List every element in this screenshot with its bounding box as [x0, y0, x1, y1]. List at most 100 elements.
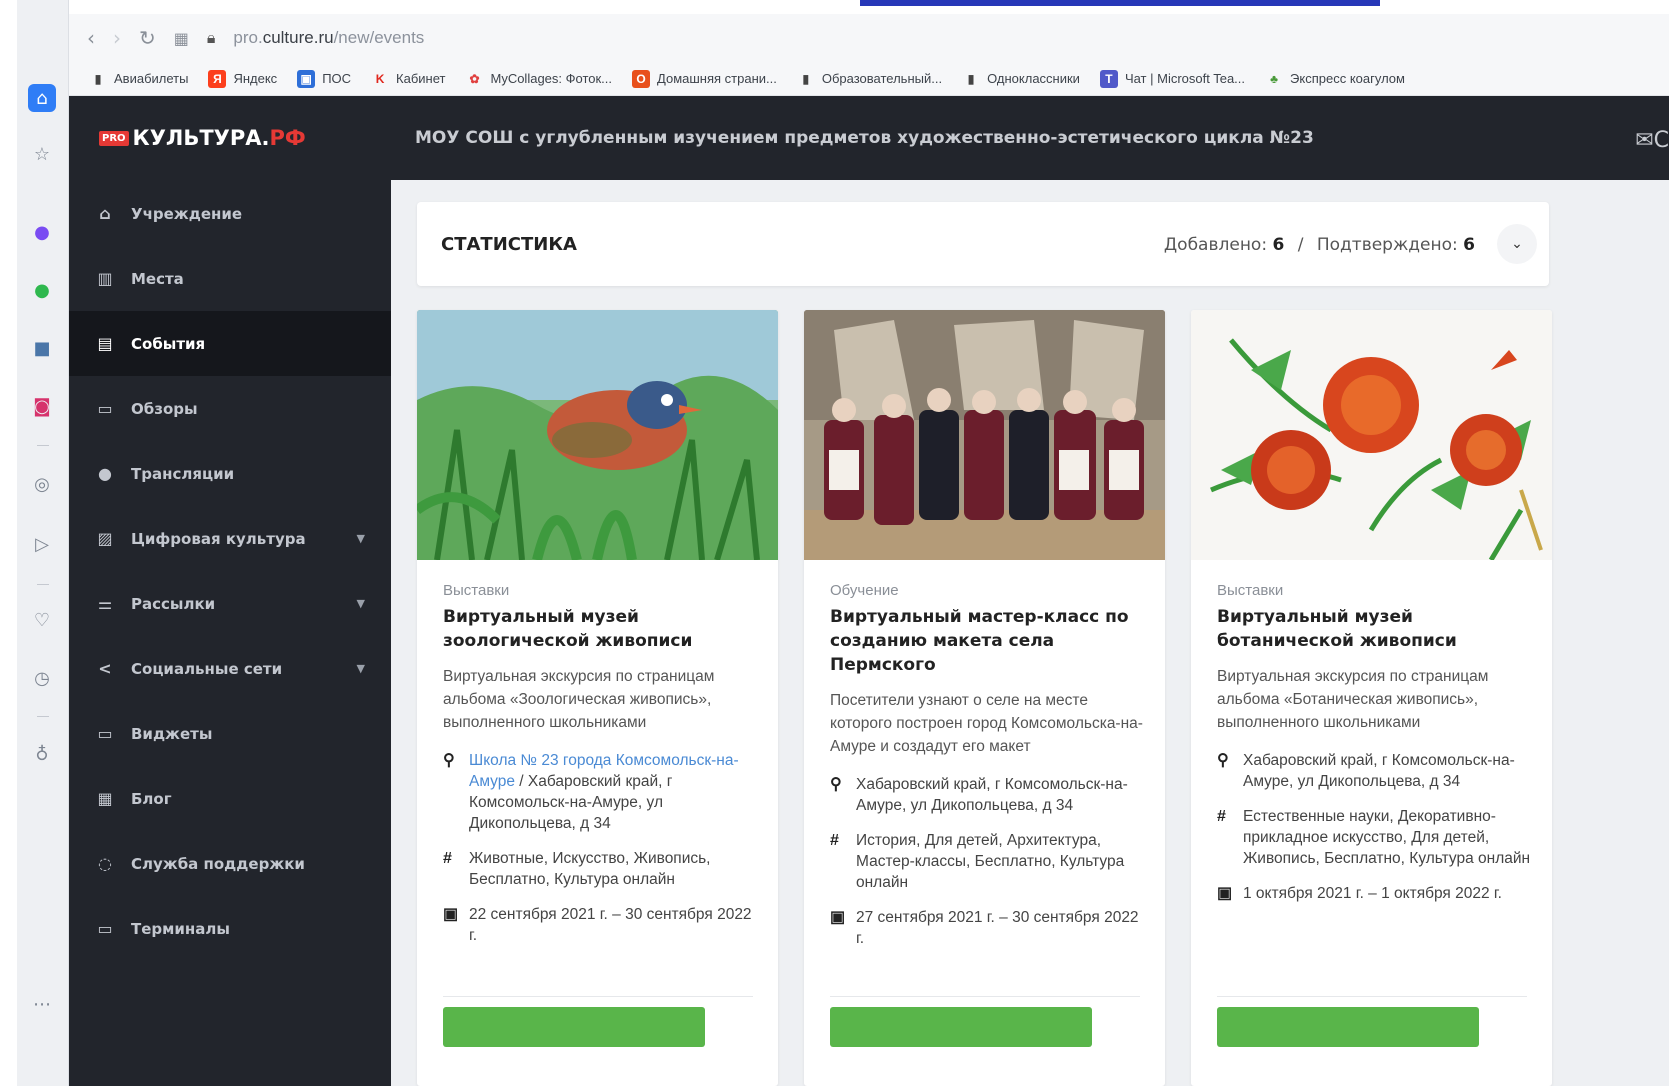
sidebar-item[interactable]: ▨ Цифровая культура ▼ [69, 506, 391, 571]
image-icon: ▨ [97, 529, 113, 548]
event-tags: # Животные, Искусство, Живопись, Бесплат… [443, 848, 759, 890]
sidebar-item-label: Виджеты [131, 724, 213, 743]
bookmark-item[interactable]: ▮ Образовательный... [797, 70, 943, 88]
event-card[interactable]: Выставки Виртуальный музей ботанической … [1191, 310, 1552, 1086]
event-category[interactable]: Выставки [443, 582, 759, 599]
event-action-button[interactable] [1217, 1007, 1479, 1047]
forward-icon[interactable]: › [113, 26, 121, 50]
office-icon: O [632, 69, 651, 88]
share-icon: < [98, 659, 112, 678]
player-icon[interactable]: ◎ [28, 470, 56, 498]
sidebar-item-label: События [131, 334, 206, 353]
calendar-icon: ▣ [443, 906, 459, 923]
bookmark-label: Яндекс [233, 71, 278, 86]
caret-down-icon[interactable]: ▼ [357, 532, 365, 545]
sidebar-item[interactable]: ● Трансляции [69, 441, 391, 506]
event-dates: ▣ 1 октября 2021 г. – 1 октября 2022 г. [1217, 883, 1533, 904]
messenger-icon[interactable]: ● [28, 218, 56, 246]
bookmark-label: Одноклассники [987, 71, 1080, 86]
sidebar-item[interactable]: ▦ Блог [69, 766, 391, 831]
bookmark-item[interactable]: O Домашняя страни... [632, 69, 777, 88]
tabs-grid-icon[interactable]: ▦ [174, 29, 189, 48]
location-text: Школа № 23 города Комсомольск-на-Амуре /… [469, 750, 759, 834]
whatsapp-icon[interactable]: ● [28, 276, 56, 304]
sidebar-item[interactable]: ▭ Обзоры [69, 376, 391, 441]
event-category[interactable]: Обучение [830, 582, 1146, 599]
event-title[interactable]: Виртуальный мастер-класс по созданию мак… [830, 605, 1146, 677]
mail-label: С [1653, 128, 1669, 153]
statistics-title: СТАТИСТИКА [441, 234, 577, 255]
plant-icon: ♣ [1270, 71, 1278, 86]
main-content: СТАТИСТИКА Добавлено: 6 / Подтверждено: … [391, 180, 1669, 1086]
sidebar-item[interactable]: ▤ События [69, 311, 391, 376]
send-icon[interactable]: ▷ [28, 530, 56, 558]
sidebar-item-label: Места [131, 269, 184, 288]
event-action-button[interactable] [830, 1007, 1092, 1047]
teams-icon: T [1099, 69, 1118, 88]
event-category[interactable]: Выставки [1217, 582, 1533, 599]
added-label: Добавлено: [1163, 235, 1268, 255]
home-icon[interactable]: ⌂ [28, 84, 56, 112]
event-card[interactable]: Обучение Виртуальный мастер-класс по соз… [804, 310, 1165, 1086]
event-card[interactable]: Выставки Виртуальный музей зоологической… [417, 310, 778, 1086]
bookmark-item[interactable]: Я Яндекс [208, 69, 278, 88]
tags-text: Естественные науки, Декоративно-прикладн… [1243, 808, 1531, 867]
star-icon[interactable]: ☆ [28, 140, 56, 168]
sidebar-item[interactable]: ▭ Виджеты [69, 701, 391, 766]
instagram-icon[interactable]: ◙ [28, 392, 56, 420]
event-image-students-photo[interactable] [804, 310, 1165, 560]
sidebar-item[interactable]: ◌ Служба поддержки [69, 831, 391, 896]
mail-button[interactable]: ✉С [1635, 128, 1669, 153]
event-title[interactable]: Виртуальный музей зоологической живописи [443, 605, 759, 653]
url-field[interactable]: pro.culture.ru/new/events [233, 28, 424, 48]
sidebar-item[interactable]: < Социальные сети ▼ [69, 636, 391, 701]
logo-rf: РФ [269, 126, 306, 150]
bookmark-item[interactable]: ✿ MyCollages: Фоток... [465, 70, 612, 88]
back-icon[interactable]: ‹ [87, 26, 95, 50]
sidebar-item[interactable]: ⚌ Рассылки ▼ [69, 571, 391, 636]
caret-down-icon[interactable]: ▼ [357, 662, 365, 675]
bookmark-item[interactable]: ♣ Экспресс коагулом [1265, 70, 1405, 88]
event-title[interactable]: Виртуальный музей ботанической живописи [1217, 605, 1533, 653]
calendar-icon: ▣ [1217, 885, 1233, 902]
address-bar: ‹ › ↻ ▦ 🔒︎ pro.culture.ru/new/events [69, 14, 1669, 62]
hashtag-icon: # [443, 850, 452, 867]
reload-icon[interactable]: ↻ [139, 26, 156, 50]
event-description: Виртуальная экскурсия по страницам альбо… [1217, 668, 1489, 731]
document-icon: ▮ [94, 71, 102, 86]
more-icon[interactable]: ⋯ [28, 990, 56, 1018]
calendar-icon: ▣ [830, 909, 846, 926]
event-action-button[interactable] [443, 1007, 705, 1047]
sidebar-item-label: Рассылки [131, 594, 216, 613]
bookmark-item[interactable]: T Чат | Microsoft Tea... [1099, 69, 1245, 88]
yandex-icon: Я [208, 69, 227, 88]
heart-icon[interactable]: ♡ [28, 606, 56, 634]
bookmark-item[interactable]: K Кабинет [371, 70, 446, 88]
statistics-expand-button[interactable]: ⌄ [1497, 224, 1537, 264]
sidebar-item[interactable]: ▥ Места [69, 246, 391, 311]
broadcast-icon: ● [98, 464, 112, 483]
history-icon[interactable]: ◷ [28, 664, 56, 692]
dates-text: 27 сентября 2021 г. – 30 сентября 2022 г… [856, 909, 1139, 947]
bookmark-item[interactable]: ▮ Одноклассники [962, 70, 1080, 88]
sidebar-item[interactable]: ⌂ Учреждение [69, 181, 391, 246]
screen: ⌂ ☆ ● ● ■ ◙ ◎ ▷ ♡ ◷ ♁ ⋯ ‹ › ↻ ▦ 🔒︎ pro.c… [0, 0, 1669, 1086]
bookmark-label: Образовательный... [821, 71, 943, 86]
statistics-panel: СТАТИСТИКА Добавлено: 6 / Подтверждено: … [417, 202, 1549, 286]
lightbulb-icon[interactable]: ♁ [28, 740, 56, 768]
site-logo[interactable]: PRO КУЛЬТУРА. РФ [99, 126, 306, 150]
caret-down-icon[interactable]: ▼ [357, 597, 365, 610]
bookmark-item[interactable]: ▣ ПОС [297, 69, 351, 88]
bookmark-label: Кабинет [396, 71, 446, 86]
event-location: ⚲ Хабаровский край, г Комсомольск-на-Аму… [830, 774, 1146, 816]
sidebar-item[interactable]: ▭ Терминалы [69, 896, 391, 961]
pos-icon: ▣ [297, 69, 316, 88]
dates-text: 22 сентября 2021 г. – 30 сентября 2022 г… [469, 906, 752, 944]
confirmed-label: Подтверждено: [1316, 235, 1458, 255]
bookmark-item[interactable]: ▮ Авиабилеты [89, 70, 189, 88]
vk-icon[interactable]: ■ [28, 334, 56, 362]
event-image-bird-painting[interactable] [417, 310, 778, 560]
terminal-icon: ▭ [97, 919, 113, 938]
event-image-marigold-painting[interactable] [1191, 310, 1552, 560]
event-dates: ▣ 27 сентября 2021 г. – 30 сентября 2022… [830, 907, 1146, 949]
